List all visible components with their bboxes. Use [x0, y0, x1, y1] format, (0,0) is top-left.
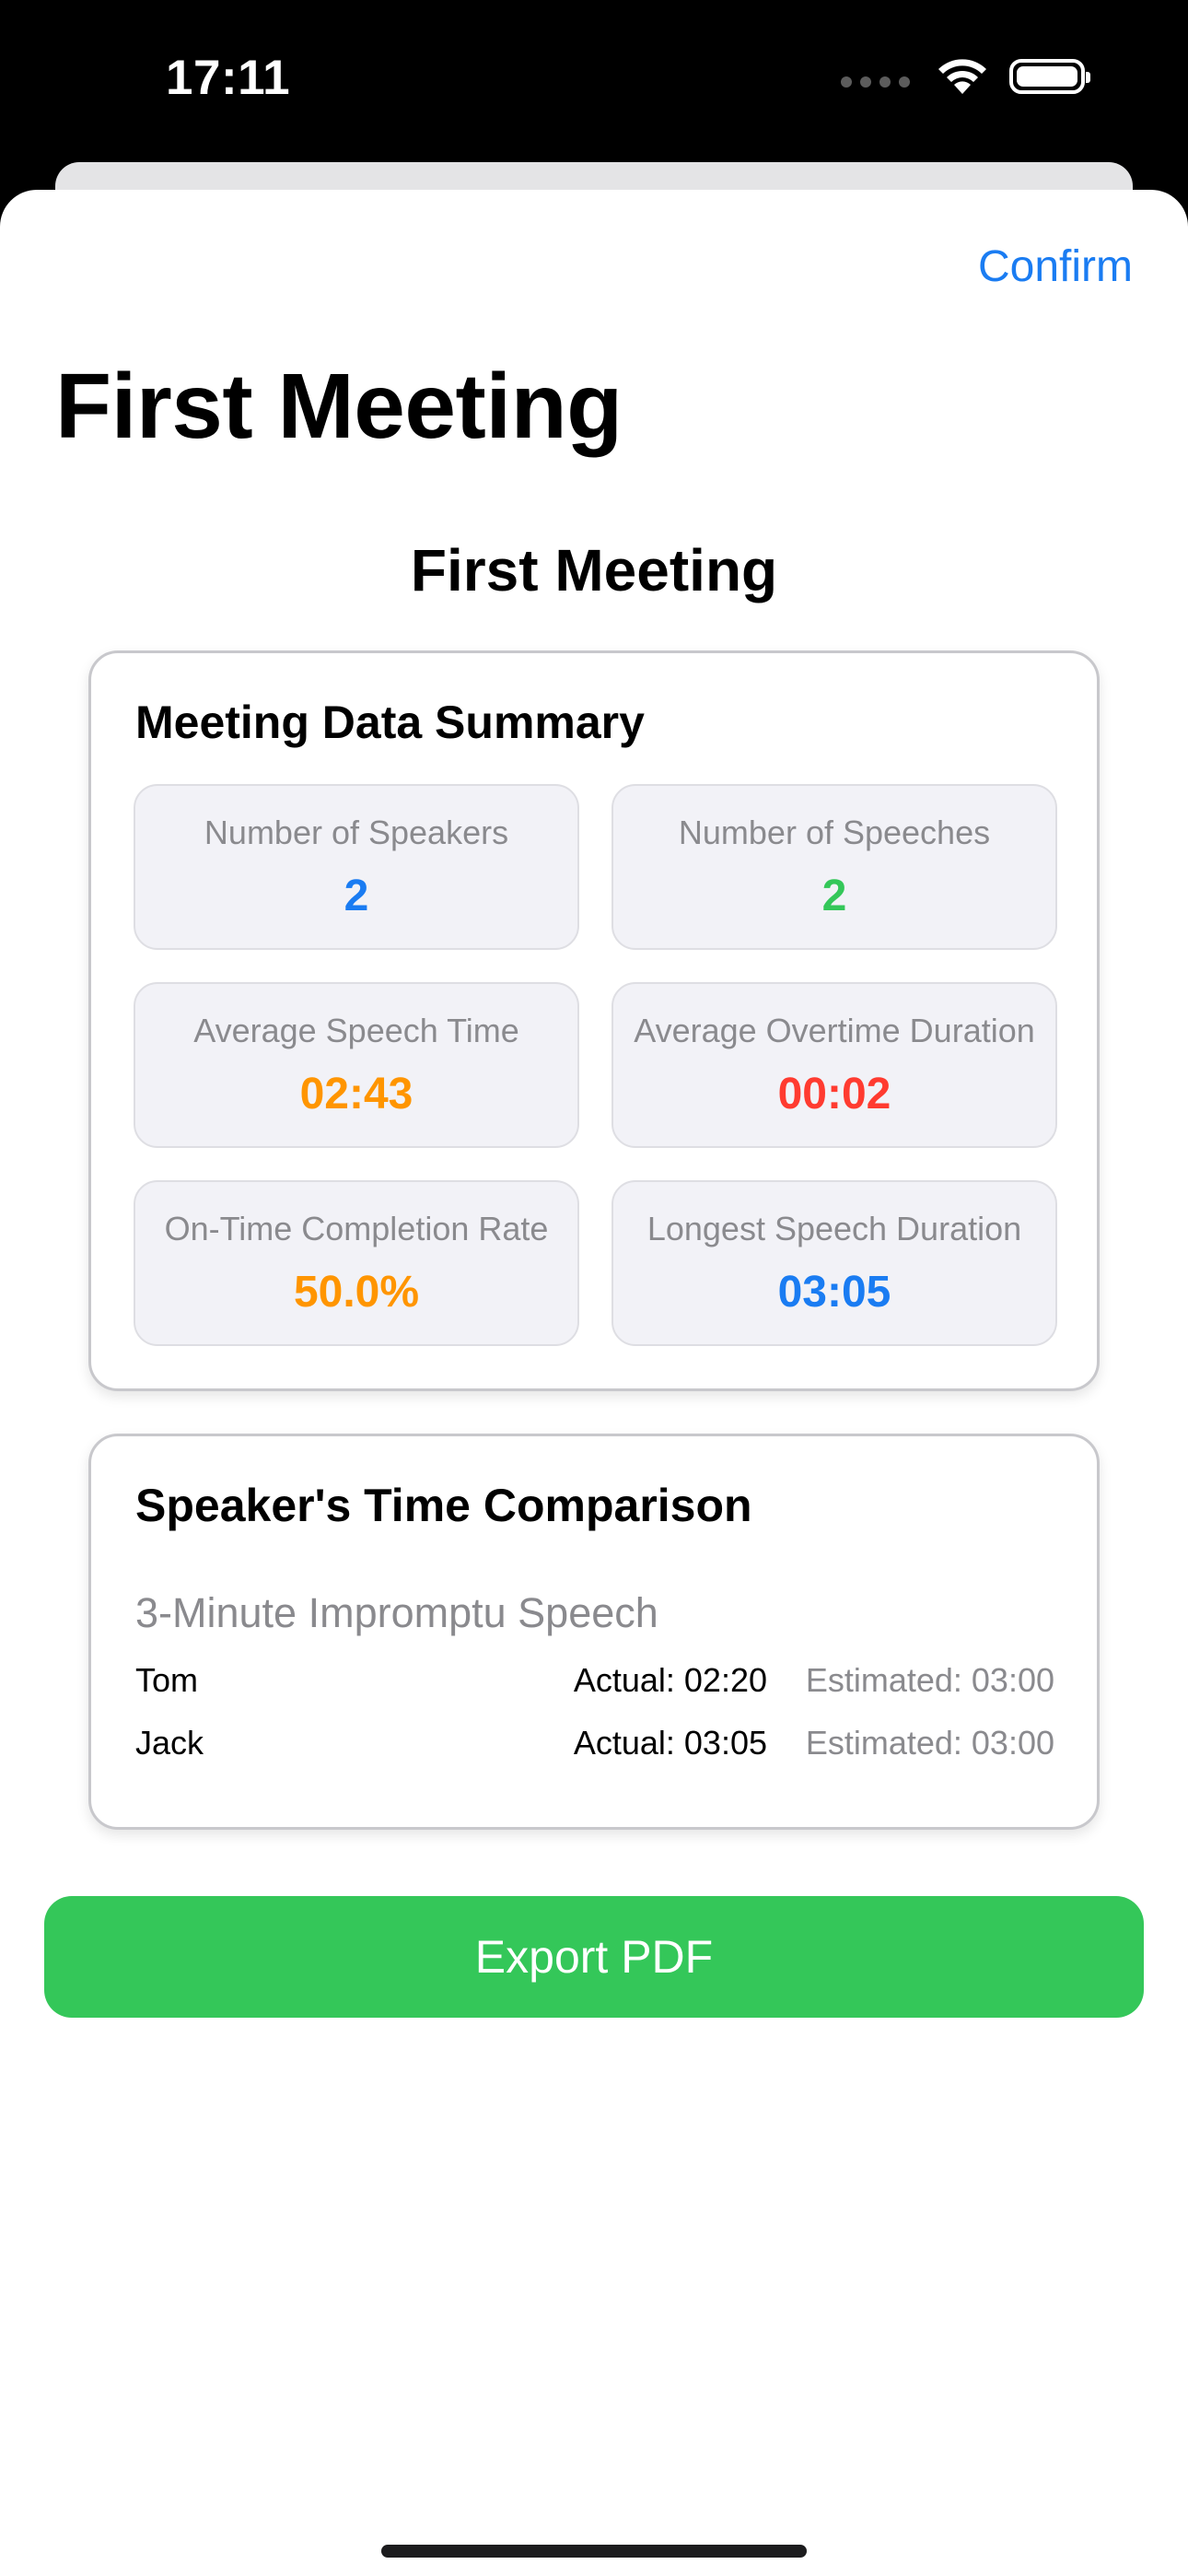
speaker-row: Tom Actual: 02:20 Estimated: 03:00: [135, 1652, 1054, 1707]
actual-time: Actual: 02:20: [573, 1661, 767, 1699]
stat-value: 03:05: [777, 1268, 891, 1317]
stat-label: Number of Speakers: [204, 814, 509, 851]
meeting-report-sheet: Confirm First Meeting First Meeting Meet…: [0, 190, 1188, 2576]
meeting-summary-card: Meeting Data Summary Number of Speakers …: [88, 650, 1100, 1391]
stat-longest-speech-duration: Longest Speech Duration 03:05: [611, 1180, 1057, 1346]
status-bar: 17:11: [0, 0, 1188, 162]
actual-time: Actual: 03:05: [573, 1724, 767, 1762]
stat-average-speech-time: Average Speech Time 02:43: [134, 982, 579, 1148]
stat-value: 2: [344, 872, 369, 920]
screen: 17:11 Confirm First Meeting First Meetin…: [0, 0, 1188, 2576]
stat-number-of-speakers: Number of Speakers 2: [134, 784, 579, 950]
home-indicator: [381, 2545, 807, 2558]
cellular-dots-icon: [841, 76, 910, 88]
stat-label: On-Time Completion Rate: [164, 1210, 549, 1247]
stat-label: Number of Speeches: [678, 814, 991, 851]
estimated-time: Estimated: 03:00: [805, 1661, 1054, 1699]
status-time: 17:11: [166, 51, 291, 105]
speaker-row: Jack Actual: 03:05 Estimated: 03:00: [135, 1715, 1054, 1770]
speaker-time-comparison-card: Speaker's Time Comparison 3-Minute Impro…: [88, 1434, 1100, 1830]
stat-label: Longest Speech Duration: [646, 1210, 1022, 1247]
stat-number-of-speeches: Number of Speeches 2: [611, 784, 1057, 950]
stat-average-overtime-duration: Average Overtime Duration 00:02: [611, 982, 1057, 1148]
estimated-time: Estimated: 03:00: [805, 1724, 1054, 1762]
export-pdf-button[interactable]: Export PDF: [44, 1896, 1144, 2018]
status-icons: [841, 57, 1090, 96]
stat-value: 2: [821, 872, 847, 920]
confirm-button[interactable]: Confirm: [978, 241, 1133, 292]
page-title: First Meeting: [55, 355, 623, 458]
stat-label: Average Speech Time: [193, 1012, 519, 1049]
battery-icon: [1009, 59, 1090, 94]
stat-on-time-completion-rate: On-Time Completion Rate 50.0%: [134, 1180, 579, 1346]
wifi-icon: [938, 59, 986, 94]
report-title: First Meeting: [410, 537, 778, 603]
speaker-name: Jack: [135, 1724, 204, 1762]
stat-value: 00:02: [777, 1070, 891, 1118]
summary-title: Meeting Data Summary: [135, 697, 645, 748]
speaker-name: Tom: [135, 1661, 199, 1699]
comparison-title: Speaker's Time Comparison: [135, 1480, 752, 1531]
speech-type-label: 3-Minute Impromptu Speech: [135, 1589, 658, 1636]
stat-value: 02:43: [299, 1070, 413, 1118]
stat-label: Average Overtime Duration: [634, 1012, 1035, 1049]
stat-value: 50.0%: [293, 1268, 420, 1317]
